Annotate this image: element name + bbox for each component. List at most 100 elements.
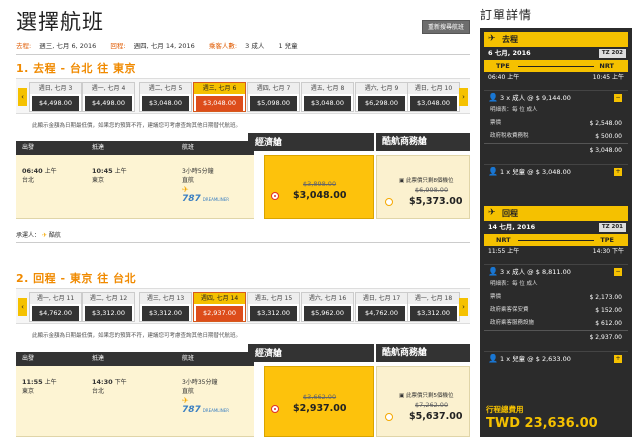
date-option[interactable]: 週六, 七月 9 $6,298.00 bbox=[355, 82, 408, 112]
depart-ampm: 上午 bbox=[44, 168, 57, 175]
plane-icon: ✈ bbox=[182, 185, 189, 194]
date-option[interactable]: 週日, 七月 17 $4,762.00 bbox=[355, 292, 408, 322]
flight-duration: 3小時5分鐘 bbox=[182, 168, 214, 175]
aircraft-brand: DREAMLINER bbox=[202, 197, 229, 202]
pax-label: 乘客人數: bbox=[208, 42, 238, 50]
col-depart: 出發 bbox=[16, 352, 86, 366]
depart-label: 去程: bbox=[16, 42, 32, 50]
adult-icon: 👤 bbox=[488, 93, 498, 102]
inbound-date-strip: ‹ 週一, 七月 11 $4,762.00 週二, 七月 12 $3,312.00 … bbox=[16, 288, 470, 324]
fee-value: $ 612.00 bbox=[595, 320, 622, 327]
date-option[interactable]: 週日, 七月 10 $3,048.00 bbox=[407, 82, 460, 112]
return-segment: ✈ 回程 14 七月, 2016 TZ 201 NRT TPE 11:55 上午 14:… bbox=[484, 206, 628, 257]
date-option[interactable]: 週五, 七月 15 $3,312.00 bbox=[247, 292, 300, 322]
business-price: $5,373.00 bbox=[409, 196, 463, 207]
business-radio[interactable] bbox=[385, 198, 393, 206]
expand-toggle[interactable]: + bbox=[614, 168, 622, 176]
destination-code: NRT bbox=[599, 62, 614, 70]
page-title: 選擇航班 bbox=[16, 10, 104, 34]
fee-value: $ 500.00 bbox=[595, 133, 622, 140]
search-again-button[interactable]: 重新搜尋航班 bbox=[422, 20, 470, 34]
business-old-price: $6,998.00 bbox=[415, 186, 449, 194]
col-arrive: 抵達 bbox=[86, 352, 176, 366]
business-fare-option[interactable]: ▣ 此票價只剩5個機位 $7,262.00 $5,637.00 bbox=[376, 366, 470, 437]
date-option[interactable]: 週一, 七月 11 $4,762.00 bbox=[29, 292, 82, 322]
aircraft-brand: DREAMLINER bbox=[202, 408, 229, 413]
seats-left: 此票價只剩5個機位 bbox=[405, 393, 454, 399]
date-option[interactable]: 週四, 七月 7 $5,098.00 bbox=[247, 82, 300, 112]
plane-icon: ✈ bbox=[488, 34, 496, 44]
date-option[interactable]: 週二, 七月 12 $3,312.00 bbox=[82, 292, 135, 322]
collapse-toggle[interactable]: − bbox=[614, 94, 622, 102]
carrier-logo-icon: ✈ bbox=[41, 232, 47, 239]
outbound-flight-table: 出發 抵達 航班 經濟艙 酷航商務艙 06:40 上午 台北 10:45 上午 東京… bbox=[16, 133, 470, 221]
segment-label: 去程 bbox=[502, 35, 518, 44]
plane-icon: ✈ bbox=[182, 396, 189, 405]
economy-radio[interactable] bbox=[271, 192, 279, 200]
business-header: 酷航商務艙 bbox=[376, 344, 470, 362]
origin-code: NRT bbox=[496, 236, 511, 244]
destination-code: TPE bbox=[600, 236, 614, 244]
col-depart: 出發 bbox=[16, 141, 86, 155]
business-fare-option[interactable]: ▣ 此票價只剩8個機位 $6,998.00 $5,373.00 bbox=[376, 155, 470, 219]
prev-dates-button[interactable]: ‹ bbox=[18, 298, 27, 316]
date-option[interactable]: 週一, 七月 4 $4,498.00 bbox=[82, 82, 135, 112]
business-radio[interactable] bbox=[385, 413, 393, 421]
depart-time: 11:55 bbox=[22, 378, 43, 386]
outbound-segment: ✈ 去程 6 七月, 2016 TZ 202 TPE NRT 06:40 上午 10:4… bbox=[484, 32, 628, 83]
date-option-selected[interactable]: 週四, 七月 14 $2,937.00 bbox=[193, 292, 246, 322]
total-label: 行程總費用 bbox=[486, 405, 524, 414]
economy-header: 經濟艙 bbox=[248, 133, 374, 151]
trip-summary: 去程: 週三, 七月 6, 2016 回程: 週四, 七月 14, 2016 乘… bbox=[16, 40, 304, 50]
flight-stops: 直航 bbox=[182, 388, 195, 395]
depart-date: 週三, 七月 6, 2016 bbox=[39, 42, 97, 50]
business-old-price: $7,262.00 bbox=[415, 401, 449, 409]
arrive-city: 東京 bbox=[92, 177, 105, 184]
date-option[interactable]: 週一, 七月 18 $3,312.00 bbox=[407, 292, 460, 322]
date-option[interactable]: 週五, 七月 8 $3,048.00 bbox=[301, 82, 354, 112]
adult-fare-line: 3 x 成人 @ $ 8,811.00 bbox=[500, 268, 571, 276]
date-option-selected[interactable]: 週三, 七月 6 $3,048.00 bbox=[193, 82, 246, 112]
fee-value: $ 152.00 bbox=[595, 307, 622, 314]
date-option[interactable]: 週六, 七月 16 $5,962.00 bbox=[301, 292, 354, 322]
expand-toggle[interactable]: + bbox=[614, 355, 622, 363]
segment-date: 6 七月, 2016 bbox=[488, 49, 531, 57]
economy-radio[interactable] bbox=[271, 405, 279, 413]
economy-fare-option[interactable]: $3,898.00 $3,048.00 bbox=[264, 155, 374, 219]
date-note: 此顯示金額為日期最低價，如果您的預算不符，建議您可考慮查詢其他日期替代航班。 bbox=[32, 123, 242, 129]
col-arrive: 抵達 bbox=[86, 141, 176, 155]
child-icon: 👤 bbox=[488, 167, 498, 176]
prev-dates-button[interactable]: ‹ bbox=[18, 88, 27, 106]
next-dates-button[interactable]: › bbox=[459, 298, 468, 316]
arrive-time: 14:30 下午 bbox=[592, 248, 624, 255]
subtotal-value: $ 2,937.00 bbox=[589, 334, 622, 341]
child-fare-line: 1 x 兒童 @ $ 2,633.00 bbox=[500, 355, 571, 363]
adult-count: 3 成人 bbox=[245, 42, 265, 50]
fee-name: 票價 bbox=[490, 294, 502, 300]
adult-fare-line: 3 x 成人 @ $ 9,144.00 bbox=[500, 94, 571, 102]
fee-value: $ 2,173.00 bbox=[589, 294, 622, 301]
fee-name: 政府稅收費務稅 bbox=[490, 133, 529, 139]
seat-icon: ▣ bbox=[399, 178, 405, 184]
economy-header: 經濟艙 bbox=[248, 344, 374, 362]
economy-fare-option[interactable]: $3,662.00 $2,937.00 bbox=[264, 366, 374, 437]
date-option[interactable]: 週二, 七月 5 $3,048.00 bbox=[139, 82, 192, 112]
fee-name: 票價 bbox=[490, 120, 502, 126]
flight-row: 06:40 上午 台北 10:45 上午 東京 3小時5分鐘 直航 ✈ 787 DREAM… bbox=[16, 155, 254, 219]
subtotal-value: $ 3,048.00 bbox=[589, 147, 622, 154]
seats-left: 此票價只剩8個機位 bbox=[405, 178, 454, 184]
seat-icon: ▣ bbox=[399, 393, 405, 399]
return-date: 週四, 七月 14, 2016 bbox=[133, 42, 195, 50]
business-price: $5,637.00 bbox=[409, 411, 463, 422]
date-option[interactable]: 週三, 七月 13 $3,312.00 bbox=[139, 292, 192, 322]
depart-time: 06:40 上午 bbox=[488, 74, 520, 81]
flight-stops: 直航 bbox=[182, 177, 195, 184]
business-header: 酷航商務艙 bbox=[376, 133, 470, 151]
return-label: 回程: bbox=[110, 42, 126, 50]
next-dates-button[interactable]: › bbox=[459, 88, 468, 106]
outbound-fare-breakdown: 👤 3 x 成人 @ $ 9,144.00− 明細表：每 位 成人 票價 $ 2,5… bbox=[484, 90, 628, 178]
aircraft-type: 787 bbox=[182, 405, 201, 415]
adult-icon: 👤 bbox=[488, 267, 498, 276]
collapse-toggle[interactable]: − bbox=[614, 268, 622, 276]
date-option[interactable]: 週日, 七月 3 $4,498.00 bbox=[29, 82, 82, 112]
